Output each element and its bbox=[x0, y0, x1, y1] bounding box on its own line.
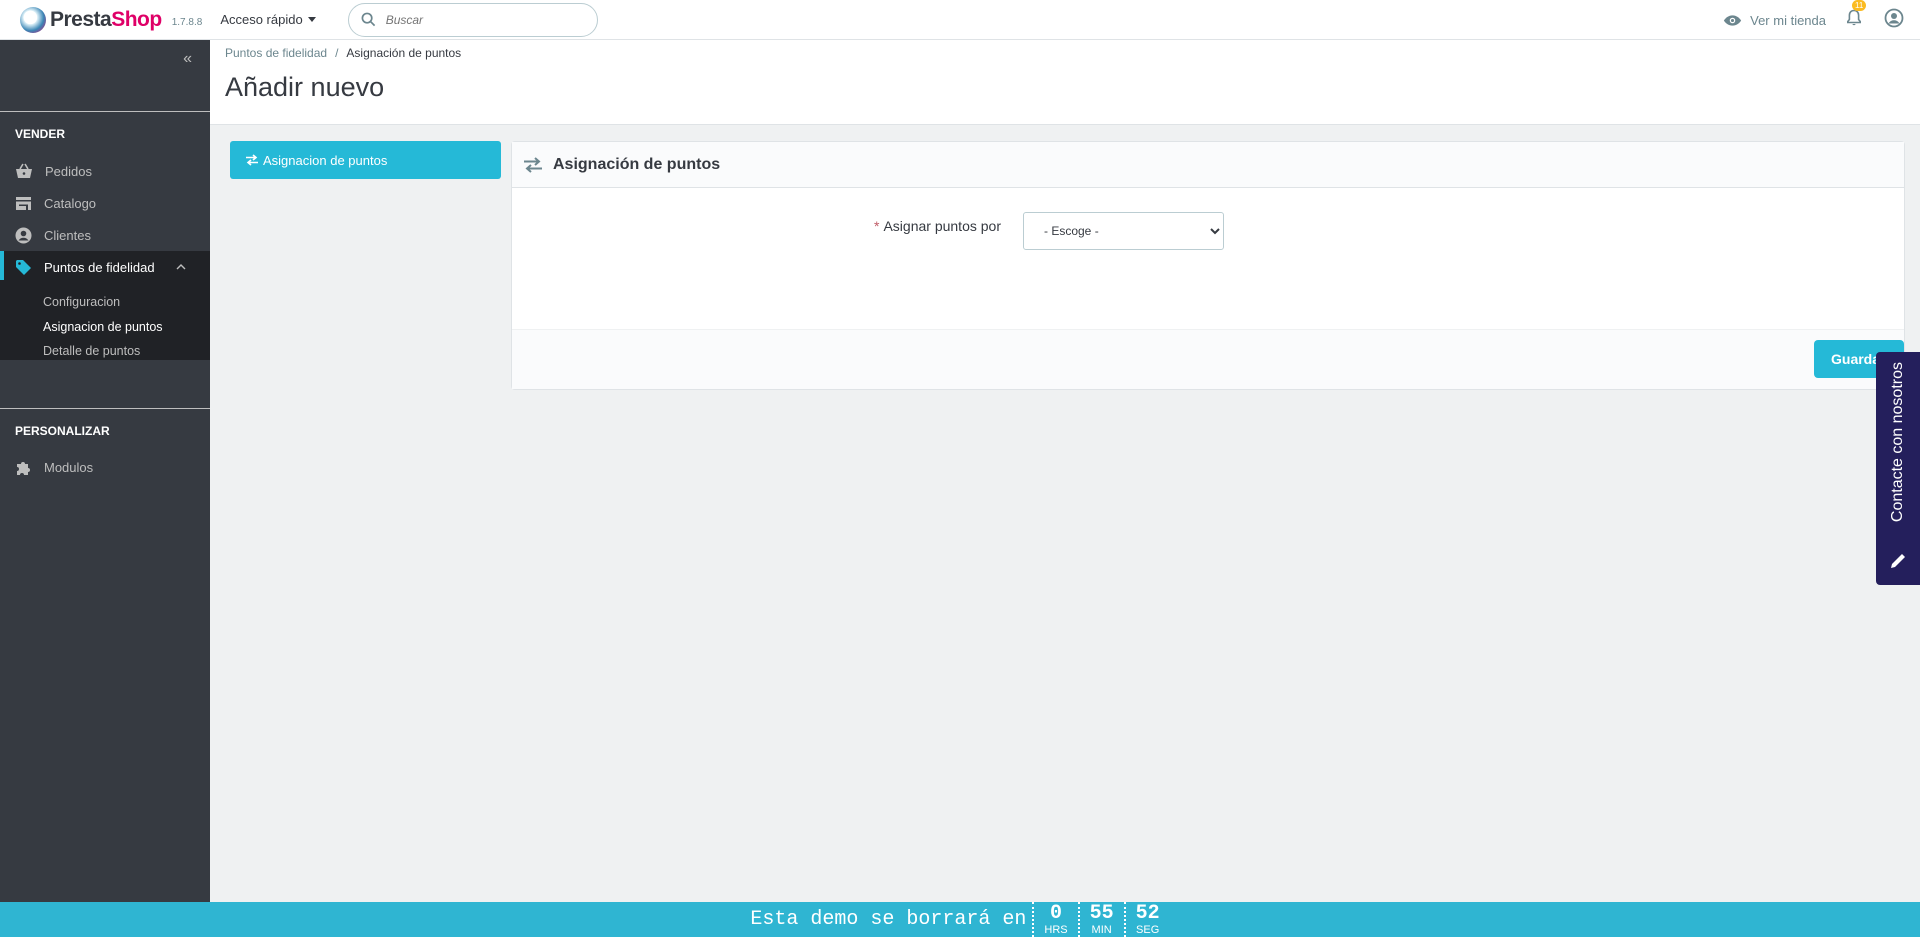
notification-count-badge: 11 bbox=[1852, 0, 1867, 11]
pencil-icon bbox=[1891, 554, 1905, 568]
submenu-item-points-assignment[interactable]: Asignacion de puntos bbox=[43, 320, 163, 334]
view-store-link[interactable]: Ver mi tienda bbox=[1723, 13, 1826, 28]
tag-icon bbox=[16, 259, 31, 275]
panel-title: Asignación de puntos bbox=[553, 155, 721, 173]
notifications-button[interactable]: 11 bbox=[1846, 0, 1867, 32]
caret-down-icon bbox=[307, 17, 316, 22]
quick-access-dropdown[interactable]: Acceso rápido bbox=[220, 12, 316, 27]
section-title-customize: PERSONALIZAR bbox=[15, 424, 110, 438]
quick-access-label: Acceso rápido bbox=[220, 12, 303, 27]
logo-text: PrestaShop bbox=[50, 7, 162, 31]
section-title-sell: VENDER bbox=[15, 127, 66, 141]
sidebar-item-label: Clientes bbox=[44, 227, 91, 243]
contact-us-label: Contacte con nosotros bbox=[1889, 362, 1906, 523]
sidebar-item-label: Puntos de fidelidad bbox=[44, 259, 155, 275]
tab-label: Asignacion de puntos bbox=[263, 152, 388, 168]
top-header: PrestaShop 1.7.8.8 Acceso rápido Ver mi … bbox=[0, 0, 1920, 40]
collapse-sidebar-icon[interactable]: « bbox=[183, 50, 192, 68]
exchange-icon bbox=[524, 156, 542, 173]
puzzle-icon bbox=[17, 461, 30, 475]
panel-heading: Asignación de puntos bbox=[512, 142, 1904, 188]
required-mark: * bbox=[874, 218, 880, 234]
seconds-value: 52 bbox=[1135, 901, 1160, 925]
search-input[interactable] bbox=[385, 12, 576, 27]
loyalty-submenu: Configuracion Asignacion de puntos Detal… bbox=[0, 280, 210, 360]
exchange-icon bbox=[246, 154, 258, 166]
hours-unit: HRS bbox=[1044, 923, 1068, 936]
sidebar: « VENDER Pedidos Catalogo Clientes Punto… bbox=[0, 40, 210, 902]
assign-points-label: * Asignar puntos por bbox=[874, 218, 1001, 234]
form-panel: Asignación de puntos * Asignar puntos por… bbox=[511, 141, 1905, 390]
user-circle-icon bbox=[15, 227, 32, 243]
chevron-up-icon bbox=[176, 264, 186, 270]
sidebar-item-modules[interactable]: Modulos bbox=[0, 451, 210, 483]
submenu-item-configuration[interactable]: Configuracion bbox=[43, 295, 120, 309]
sidebar-divider bbox=[0, 408, 210, 409]
sidebar-item-loyalty-points[interactable]: Puntos de fidelidad bbox=[0, 251, 210, 283]
page-title: Añadir nuevo bbox=[225, 72, 385, 102]
view-store-label: Ver mi tienda bbox=[1750, 12, 1826, 28]
breadcrumb: Puntos de fidelidad / Asignación de puntos bbox=[225, 46, 461, 60]
sidebar-item-label: Pedidos bbox=[45, 163, 92, 179]
version-label: 1.7.8.8 bbox=[171, 17, 203, 28]
bell-icon bbox=[1847, 9, 1861, 25]
sidebar-divider bbox=[0, 111, 210, 112]
account-button[interactable] bbox=[1884, 8, 1904, 33]
sidebar-item-label: Catalogo bbox=[44, 195, 97, 211]
minutes-unit: MIN bbox=[1091, 923, 1112, 936]
hours-value: 0 bbox=[1050, 901, 1063, 925]
page-header: Puntos de fidelidad / Asignación de puntos… bbox=[210, 40, 1920, 125]
breadcrumb-separator: / bbox=[335, 46, 339, 60]
sidebar-item-orders[interactable]: Pedidos bbox=[0, 155, 210, 187]
panel-footer: Guardar bbox=[512, 329, 1904, 389]
countdown-hours: 0 HRS bbox=[1032, 902, 1077, 937]
countdown-seconds: 52 SEG bbox=[1123, 901, 1170, 937]
store-icon bbox=[16, 196, 31, 210]
demo-message: Esta demo se borrará en bbox=[750, 908, 1027, 931]
prestashop-logo[interactable]: PrestaShop bbox=[20, 6, 162, 33]
assign-points-select[interactable]: - Escoge - bbox=[1023, 212, 1224, 250]
tab-points-assignment[interactable]: Asignacion de puntos bbox=[230, 141, 501, 179]
submenu-item-points-detail[interactable]: Detalle de puntos bbox=[43, 344, 140, 358]
seconds-unit: SEG bbox=[1136, 923, 1160, 936]
puffin-logo-icon bbox=[20, 6, 46, 33]
sidebar-item-catalog[interactable]: Catalogo bbox=[0, 187, 210, 219]
sidebar-item-customers[interactable]: Clientes bbox=[0, 219, 210, 251]
breadcrumb-current: Asignación de puntos bbox=[346, 46, 462, 60]
eye-icon bbox=[1723, 14, 1742, 26]
search-box[interactable] bbox=[347, 2, 598, 37]
contact-us-tab[interactable]: Contacte con nosotros bbox=[1876, 352, 1920, 585]
demo-countdown-bar: Esta demo se borrará en 0 HRS 55 MIN 52 … bbox=[0, 902, 1920, 937]
minutes-value: 55 bbox=[1089, 901, 1114, 925]
account-circle-icon bbox=[1884, 8, 1904, 27]
search-icon bbox=[361, 12, 375, 27]
sidebar-item-label: Modulos bbox=[44, 459, 94, 475]
basket-icon bbox=[16, 163, 32, 178]
breadcrumb-parent-link[interactable]: Puntos de fidelidad bbox=[225, 46, 327, 60]
countdown-minutes: 55 MIN bbox=[1077, 901, 1124, 937]
